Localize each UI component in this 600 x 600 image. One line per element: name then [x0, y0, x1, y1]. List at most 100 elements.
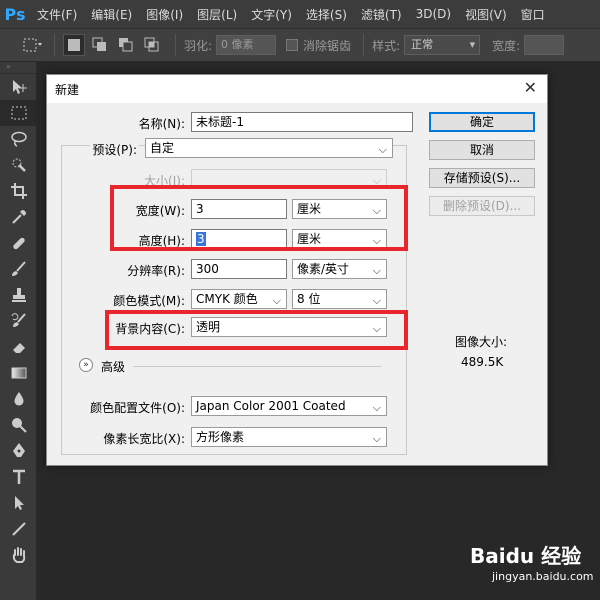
baidu-site-url: jingyan.baidu.com	[492, 570, 594, 583]
advanced-toggle-icon[interactable]: »	[79, 358, 93, 372]
feather-input[interactable]: 0 像素	[216, 35, 277, 55]
brush-icon	[11, 261, 26, 276]
width-label: 宽度:	[492, 38, 521, 53]
panel-grip[interactable]: »	[0, 62, 36, 74]
tools-panel: »	[0, 62, 37, 600]
menu-3d[interactable]: 3D(D)	[409, 7, 458, 21]
preset-label: 预设(P):	[90, 141, 139, 158]
dodge-tool[interactable]	[0, 412, 37, 438]
cancel-button[interactable]: 取消	[429, 140, 535, 160]
type-tool[interactable]	[0, 464, 37, 490]
bitdepth-select[interactable]: 8 位 ⌵	[292, 289, 387, 309]
new-document-dialog: 新建 ✕ 名称(N): 未标题-1 预设(P): 自定 ⌵ 大小(I): ⌵ 宽度…	[46, 74, 548, 466]
preset-value: 自定	[150, 141, 175, 155]
chevron-down-icon: ⌵	[372, 401, 381, 414]
style-label: 样式:	[372, 38, 401, 53]
colormode-select[interactable]: CMYK 颜色 ⌵	[191, 289, 287, 309]
lasso-tool[interactable]	[0, 126, 37, 152]
menu-layer[interactable]: 图层(L)	[190, 6, 244, 23]
new-selection-icon	[68, 39, 80, 51]
subtract-selection-icon	[119, 38, 133, 52]
pen-icon	[12, 443, 25, 457]
pen-tool[interactable]	[0, 438, 37, 464]
healing-icon	[12, 237, 25, 250]
image-size-value: 489.5K	[461, 355, 504, 369]
menu-file[interactable]: 文件(F)	[30, 6, 84, 23]
type-icon	[12, 469, 25, 484]
crop-tool[interactable]	[0, 178, 37, 204]
dialog-titlebar: 新建 ✕	[47, 75, 547, 103]
menu-select[interactable]: 选择(S)	[299, 6, 354, 23]
colormode-value: CMYK 颜色	[196, 292, 258, 306]
style-select[interactable]: 正常	[404, 35, 481, 55]
menu-type[interactable]: 文字(Y)	[244, 6, 299, 23]
blur-icon	[14, 392, 23, 406]
add-selection-button[interactable]	[89, 34, 111, 56]
highlight-box-dimensions	[110, 185, 408, 251]
subtract-selection-button[interactable]	[115, 34, 137, 56]
ok-button[interactable]: 确定	[429, 112, 535, 132]
path-select-tool[interactable]	[0, 490, 37, 516]
stamp-tool[interactable]	[0, 282, 37, 308]
divider	[175, 34, 176, 56]
line-icon	[11, 522, 26, 536]
chevron-down-icon: ⌵	[372, 294, 381, 307]
lasso-icon	[10, 131, 27, 147]
resolution-input[interactable]: 300	[191, 259, 287, 279]
chevron-down-icon: ⌵	[378, 143, 387, 156]
aspect-select[interactable]: 方形像素 ⌵	[191, 427, 387, 447]
menu-edit[interactable]: 编辑(E)	[84, 6, 139, 23]
line-tool[interactable]	[0, 516, 37, 542]
blur-tool[interactable]	[0, 386, 37, 412]
image-size-label: 图像大小:	[455, 335, 508, 349]
chevron-down-icon: ⌵	[372, 264, 381, 277]
save-preset-button[interactable]: 存储预设(S)...	[429, 168, 535, 188]
menu-filter[interactable]: 滤镜(T)	[354, 6, 409, 23]
close-icon[interactable]: ✕	[524, 78, 537, 97]
quick-select-icon	[12, 158, 26, 172]
menu-image[interactable]: 图像(I)	[139, 6, 190, 23]
width-input[interactable]	[524, 35, 565, 55]
tool-preset-picker[interactable]	[20, 35, 46, 55]
resolution-unit-select[interactable]: 像素/英寸 ⌵	[292, 259, 387, 279]
intersect-selection-icon	[144, 37, 159, 52]
stamp-icon	[11, 288, 26, 302]
marquee-tool[interactable]	[0, 100, 37, 126]
menu-window[interactable]: 窗口	[514, 6, 552, 23]
move-tool[interactable]	[0, 74, 37, 100]
eraser-tool[interactable]	[0, 334, 37, 360]
crop-icon	[10, 183, 27, 199]
chevron-down-icon: ⌵	[372, 432, 381, 445]
brush-tool[interactable]	[0, 256, 37, 282]
feather-label: 羽化:	[184, 38, 213, 53]
menu-view[interactable]: 视图(V)	[458, 6, 514, 23]
new-selection-button[interactable]	[63, 34, 85, 56]
gradient-tool[interactable]	[0, 360, 37, 386]
menu-bar: Ps 文件(F) 编辑(E) 图像(I) 图层(L) 文字(Y) 选择(S) 滤…	[0, 0, 600, 28]
preset-select[interactable]: 自定 ⌵	[145, 138, 393, 158]
eyedropper-icon	[11, 210, 26, 224]
aspect-value: 方形像素	[196, 430, 245, 444]
history-brush-icon	[11, 313, 26, 327]
aspect-label: 像素长宽比(X):	[103, 432, 185, 446]
quick-select-tool[interactable]	[0, 152, 37, 178]
intersect-selection-button[interactable]	[141, 34, 163, 56]
profile-select[interactable]: Japan Color 2001 Coated ⌵	[191, 396, 387, 416]
move-icon	[12, 80, 27, 94]
path-select-icon	[14, 496, 24, 510]
dialog-title: 新建	[55, 83, 80, 97]
name-input[interactable]: 未标题-1	[191, 112, 413, 132]
antialias-checkbox[interactable]	[286, 39, 299, 51]
divider	[363, 34, 365, 56]
resolution-label: 分辨率(R):	[127, 264, 185, 278]
marquee-preset-icon	[23, 38, 42, 52]
name-label: 名称(N):	[138, 117, 185, 131]
history-brush-tool[interactable]	[0, 308, 37, 334]
options-bar: 羽化: 0 像素 消除锯齿 样式: 正常 宽度:	[0, 28, 600, 62]
hand-tool[interactable]	[0, 542, 37, 568]
eyedropper-tool[interactable]	[0, 204, 37, 230]
hand-icon	[12, 547, 25, 563]
add-selection-icon	[92, 37, 106, 51]
photoshop-logo: Ps	[4, 4, 26, 24]
healing-tool[interactable]	[0, 230, 37, 256]
